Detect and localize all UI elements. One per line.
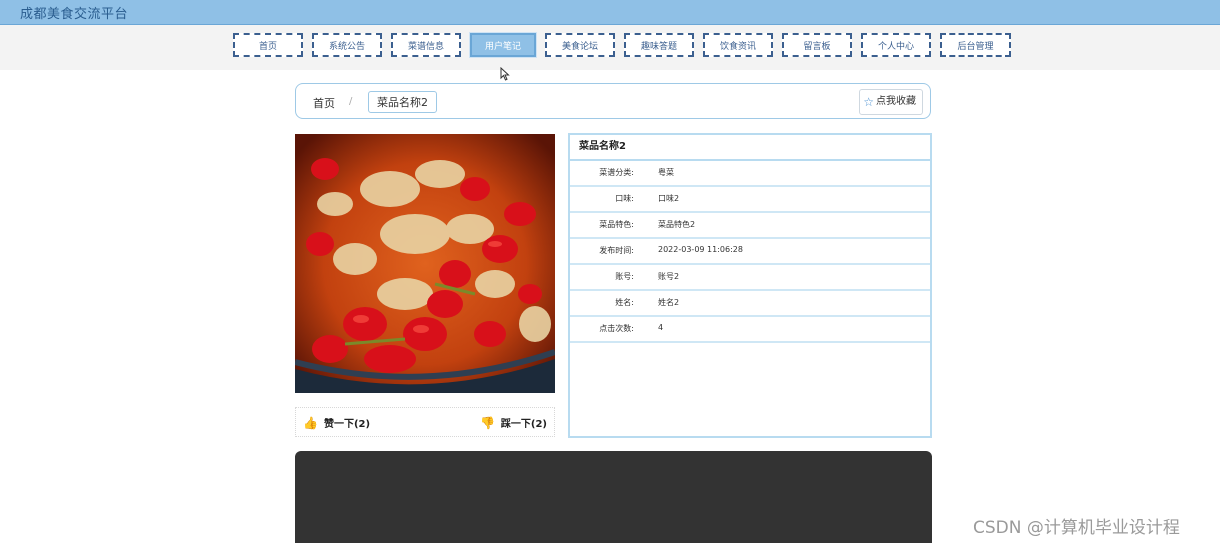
dish-detail-panel: 菜品名称2 菜谱分类: 粤菜口味: 口味2 菜品特色: 菜品特色2 发布时间: 2022-0…: [568, 133, 932, 438]
nav-news[interactable]: 饮食资讯: [703, 33, 773, 57]
detail-row-label: 账号:: [615, 272, 634, 281]
nav-user-notes[interactable]: 用户笔记: [469, 32, 537, 58]
main-nav: 首页 系统公告 菜谱信息 用户笔记 美食论坛 趣味答题 饮食资讯 留言板 个人中心 后台管理: [233, 32, 1020, 58]
detail-row: 姓名: 姓名2: [570, 291, 930, 317]
vote-bar: 👍 赞一下(2) 👎 踩一下(2): [295, 407, 555, 437]
top-header-bar: 成都美食交流平台: [0, 0, 1220, 25]
detail-row: 菜品特色: 菜品特色2: [570, 213, 930, 239]
nav-forum[interactable]: 美食论坛: [545, 33, 615, 57]
nav-home[interactable]: 首页: [233, 33, 303, 57]
detail-row-value: 4: [658, 323, 664, 332]
detail-row-value: 账号2: [658, 272, 680, 281]
detail-row-label: 菜谱分类:: [599, 168, 634, 177]
detail-row-value: 粤菜: [658, 168, 674, 177]
watermark: CSDN @计算机毕业设计程: [973, 518, 1180, 538]
detail-row-value: 姓名2: [658, 298, 680, 307]
detail-row: 点击次数: 4: [570, 317, 930, 343]
star-icon: ☆: [863, 95, 874, 109]
breadcrumb-current: 菜品名称2: [368, 91, 437, 113]
nav-announcements[interactable]: 系统公告: [312, 33, 382, 57]
nav-admin[interactable]: 后台管理: [940, 33, 1011, 57]
dark-content-panel: [295, 451, 932, 543]
nav-recipes[interactable]: 菜谱信息: [391, 33, 461, 57]
favorite-button-label: 点我收藏: [876, 96, 916, 107]
nav-band: 首页 系统公告 菜谱信息 用户笔记 美食论坛 趣味答题 饮食资讯 留言板 个人中心 后台管理: [0, 25, 1220, 70]
detail-row-label: 菜品特色:: [599, 220, 634, 229]
detail-row-label: 点击次数:: [599, 324, 634, 333]
detail-row: 账号: 账号2: [570, 265, 930, 291]
like-button[interactable]: 👍 赞一下(2): [303, 415, 371, 431]
detail-rows: 菜谱分类: 粤菜口味: 口味2 菜品特色: 菜品特色2 发布时间: 2022-03-09 1…: [570, 161, 930, 343]
breadcrumb-separator: /: [349, 96, 353, 107]
detail-row-value: 菜品特色2: [658, 220, 696, 229]
detail-row: 发布时间: 2022-03-09 11:06:28: [570, 239, 930, 265]
breadcrumb: 首页 / 菜品名称2 ☆ 点我收藏: [295, 83, 931, 119]
like-label: 赞一下(2): [323, 419, 371, 430]
thumbs-down-icon: 👎: [479, 415, 495, 430]
detail-row: 菜谱分类: 粤菜: [570, 161, 930, 187]
nav-message-board[interactable]: 留言板: [782, 33, 852, 57]
detail-row-value: 口味2: [658, 194, 680, 203]
site-title: 成都美食交流平台: [20, 7, 129, 22]
dislike-label: 踩一下(2): [500, 419, 547, 430]
dish-photo: [295, 134, 555, 393]
nav-quiz[interactable]: 趣味答题: [624, 33, 694, 57]
detail-row-value: 2022-03-09 11:06:28: [658, 245, 743, 254]
nav-profile[interactable]: 个人中心: [861, 33, 931, 57]
dislike-button[interactable]: 👎 踩一下(2): [479, 415, 547, 431]
detail-row-label: 姓名:: [615, 298, 634, 307]
detail-row-label: 发布时间:: [599, 246, 634, 255]
detail-row-label: 口味:: [615, 194, 634, 203]
favorite-button[interactable]: ☆ 点我收藏: [859, 89, 923, 115]
breadcrumb-home-link[interactable]: 首页: [313, 95, 335, 111]
detail-row: 口味: 口味2: [570, 187, 930, 213]
detail-title: 菜品名称2: [570, 135, 930, 161]
thumbs-up-icon: 👍: [303, 415, 318, 430]
